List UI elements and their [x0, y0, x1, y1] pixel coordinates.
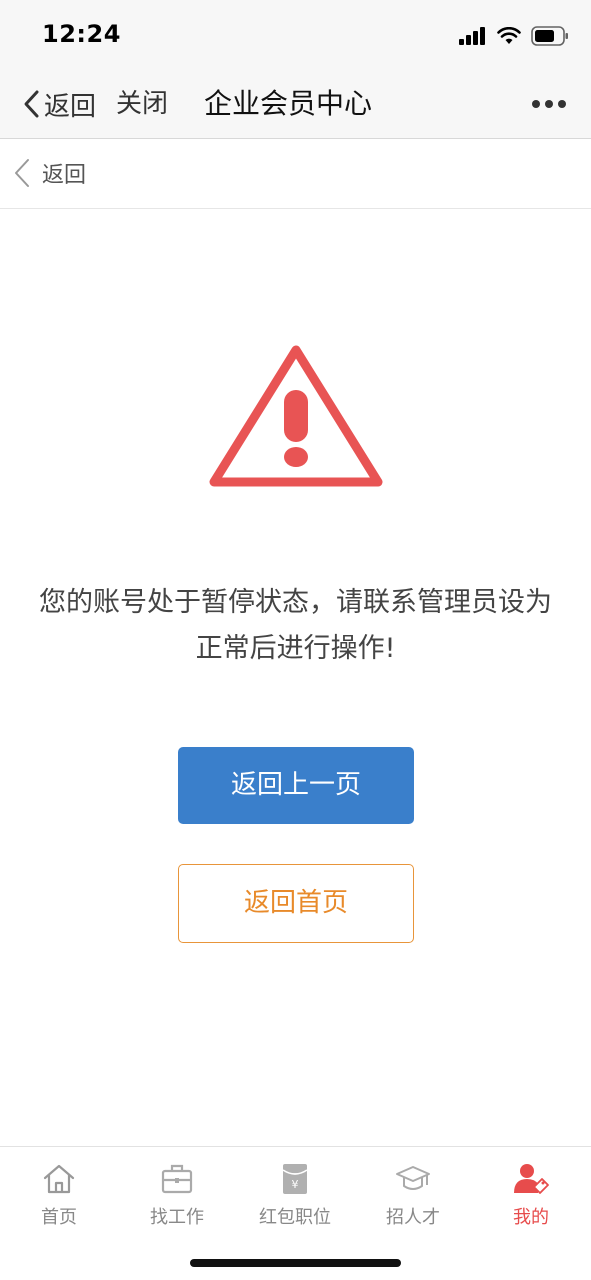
message-line-1: 您的账号处于暂停状态，请联系管理员设为 [39, 587, 552, 618]
wifi-icon [497, 27, 521, 44]
tab-mine[interactable]: 我的 [472, 1161, 590, 1241]
red-envelope-icon: ¥ [282, 1164, 308, 1194]
nav-back-button[interactable]: 返回 [22, 84, 96, 124]
svg-text:¥: ¥ [292, 1178, 299, 1191]
page-back-row: 返回 [0, 139, 591, 209]
tab-recruit-label: 招人才 [386, 1207, 440, 1228]
status-icons [459, 24, 569, 48]
page-title: 企业会员中心 [204, 87, 373, 120]
battery-icon [531, 26, 568, 46]
tab-mine-label: 我的 [513, 1207, 549, 1228]
chevron-left-icon [15, 159, 29, 187]
status-time: 12:24 [42, 20, 121, 48]
home-indicator [190, 1259, 401, 1267]
chevron-left-icon [24, 90, 39, 118]
page-back-label: 返回 [42, 163, 87, 188]
tab-home-label: 首页 [41, 1207, 77, 1228]
more-icon[interactable] [531, 94, 567, 114]
screen: 12:24 返回 关闭 企业会员中心 返回 您的账号处于暂停状态，请联系管理员设… [0, 0, 591, 1280]
tab-find-job-label: 找工作 [150, 1207, 204, 1228]
warning-icon [209, 345, 383, 487]
profile-icon [514, 1164, 549, 1194]
nav-close-button[interactable]: 关闭 [116, 84, 168, 124]
back-previous-button[interactable]: 返回上一页 [178, 747, 414, 824]
tab-red-envelope-jobs-label: 红包职位 [259, 1207, 331, 1228]
signal-icon [459, 27, 485, 45]
graduation-cap-icon [396, 1166, 430, 1190]
nav-back-label: 返回 [44, 91, 97, 122]
nav-bar: 返回 关闭 企业会员中心 [0, 70, 591, 139]
status-bar: 12:24 [0, 0, 591, 70]
briefcase-icon [161, 1164, 193, 1194]
tab-red-envelope-jobs[interactable]: ¥ 红包职位 [236, 1161, 354, 1241]
tab-recruit[interactable]: 招人才 [354, 1161, 472, 1241]
suspended-message: 您的账号处于暂停状态，请联系管理员设为 正常后进行操作! [0, 580, 591, 672]
tab-home[interactable]: 首页 [0, 1161, 118, 1241]
back-home-button[interactable]: 返回首页 [178, 864, 414, 943]
tab-find-job[interactable]: 找工作 [118, 1161, 236, 1241]
message-line-2: 正常后进行操作! [195, 633, 396, 664]
page-back-button[interactable]: 返回 [12, 153, 86, 193]
home-icon [43, 1164, 75, 1194]
